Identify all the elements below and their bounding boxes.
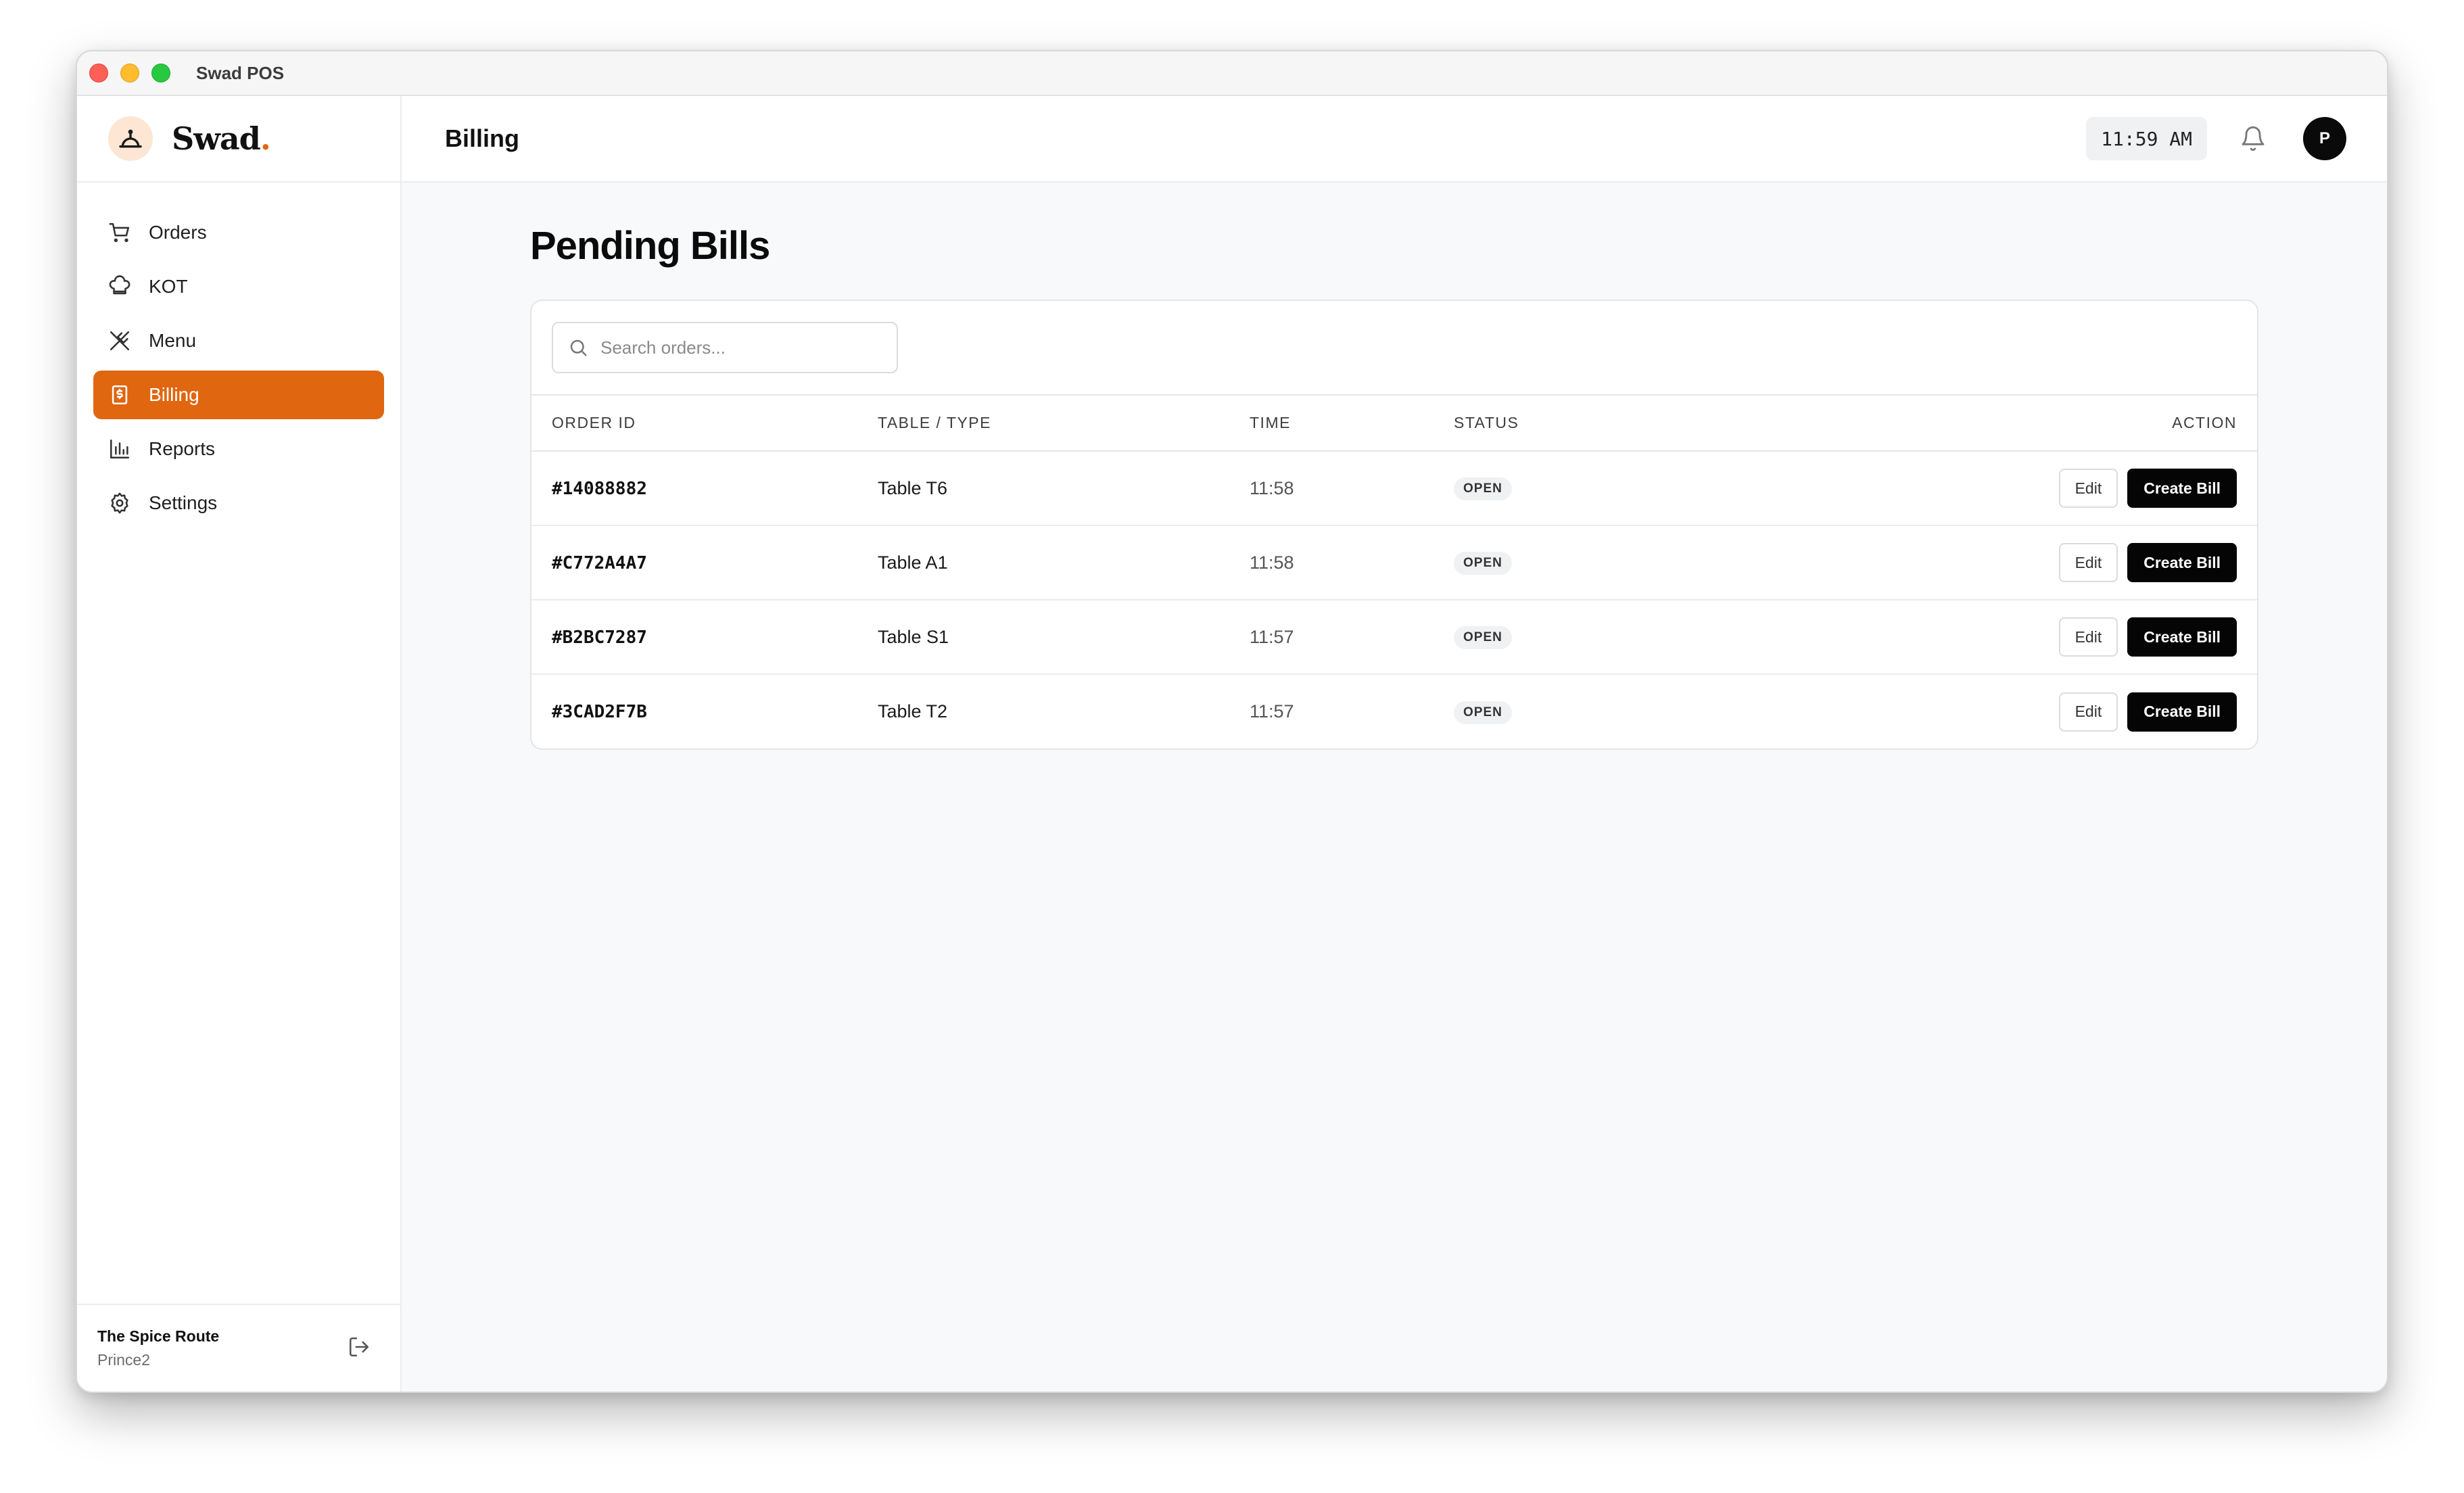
sidebar-item-settings[interactable]: Settings <box>93 479 384 527</box>
status-badge: OPEN <box>1454 477 1512 500</box>
sidebar-item-label: Orders <box>149 222 207 243</box>
title-bar: Swad POS <box>77 51 2387 96</box>
main-area: Billing 11:59 AM P Pending Bills Search … <box>402 96 2387 1392</box>
bell-logo-icon <box>108 116 153 161</box>
table-type: Table T6 <box>878 451 1250 526</box>
column-header-order-id: ORDER ID <box>531 396 878 452</box>
page-title: Pending Bills <box>530 224 770 268</box>
pending-bills-table: ORDER ID TABLE / TYPE TIME STATUS ACTION… <box>531 396 2257 749</box>
cart-icon <box>109 222 130 243</box>
table-row: #3CAD2F7B Table T2 11:57 OPEN Edit Create… <box>531 674 2257 749</box>
sidebar-item-label: Settings <box>149 492 218 513</box>
status-badge: OPEN <box>1454 701 1512 724</box>
utensils-icon <box>110 331 130 351</box>
page-header-title: Billing <box>445 124 519 152</box>
content: Pending Bills ORDER ID TABLE / TYPE TIME <box>402 183 2387 750</box>
create-bill-button[interactable]: Create Bill <box>2127 692 2237 732</box>
sidebar-item-label: Menu <box>149 330 197 351</box>
sidebar-item-billing[interactable]: Billing <box>93 371 384 419</box>
sidebar-nav: Orders KOT Menu Billing Reports Settings <box>77 183 400 527</box>
sidebar-item-orders[interactable]: Orders <box>93 208 384 257</box>
top-bar: Billing 11:59 AM P <box>402 96 2387 183</box>
column-header-status: STATUS <box>1454 396 1697 452</box>
create-bill-button[interactable]: Create Bill <box>2127 543 2237 582</box>
zoom-window-button[interactable] <box>151 64 170 82</box>
table-type: Table S1 <box>878 600 1250 675</box>
brand: Swad. <box>77 96 400 183</box>
sidebar-item-label: KOT <box>149 276 188 297</box>
order-id: #C772A4A7 <box>552 552 647 573</box>
sidebar-item-label: Billing <box>149 384 199 405</box>
brand-name: Swad. <box>172 120 271 157</box>
user-name: Prince2 <box>97 1351 150 1369</box>
status-badge: OPEN <box>1454 626 1512 649</box>
edit-button[interactable]: Edit <box>2058 543 2118 582</box>
order-id: #14088882 <box>552 478 647 499</box>
column-header-action: ACTION <box>1697 396 2257 452</box>
sidebar-item-label: Reports <box>149 438 216 459</box>
bar-chart-icon <box>110 439 130 459</box>
search-input[interactable] <box>600 337 897 358</box>
pending-bills-card: ORDER ID TABLE / TYPE TIME STATUS ACTION… <box>530 300 2258 750</box>
status-badge: OPEN <box>1454 552 1512 575</box>
avatar[interactable]: P <box>2303 117 2346 160</box>
search-icon <box>570 339 587 356</box>
order-time: 11:58 <box>1250 525 1454 600</box>
order-time: 11:57 <box>1250 701 1294 721</box>
create-bill-button[interactable]: Create Bill <box>2127 469 2237 508</box>
column-header-time: TIME <box>1250 396 1454 452</box>
store-name: The Spice Route <box>97 1327 220 1345</box>
sidebar-item-reports[interactable]: Reports <box>93 425 384 473</box>
sidebar-footer: The Spice Route Prince2 <box>77 1304 400 1392</box>
create-bill-button[interactable]: Create Bill <box>2127 617 2237 657</box>
logout-icon[interactable] <box>348 1335 371 1362</box>
table-header-row: ORDER ID TABLE / TYPE TIME STATUS ACTION <box>531 396 2257 452</box>
order-time: 11:58 <box>1250 451 1454 526</box>
edit-button[interactable]: Edit <box>2058 617 2118 657</box>
order-id: #B2BC7287 <box>552 627 647 648</box>
minimize-window-button[interactable] <box>120 64 139 82</box>
order-id: #3CAD2F7B <box>552 702 647 722</box>
card-toolbar <box>531 301 2257 396</box>
window-title: Swad POS <box>196 62 285 83</box>
app-window: Swad POS Swad. Orders KOT Menu Billing R… <box>76 50 2388 1393</box>
column-header-table-type: TABLE / TYPE <box>878 396 1250 452</box>
window-controls <box>89 64 170 82</box>
sidebar: Swad. Orders KOT Menu Billing Reports Se… <box>77 96 402 1392</box>
table-row: #C772A4A7 Table A1 11:58 OPEN Edit Create… <box>531 525 2257 600</box>
chef-hat-icon <box>109 275 131 295</box>
table-row: #B2BC7287 Table S1 11:57 OPEN Edit Create… <box>531 600 2257 675</box>
order-time: 11:57 <box>1250 600 1454 675</box>
notification-bell-icon[interactable] <box>2238 124 2268 153</box>
sidebar-item-menu[interactable]: Menu <box>93 316 384 365</box>
gear-icon <box>111 492 128 514</box>
edit-button[interactable]: Edit <box>2058 469 2118 508</box>
sidebar-item-kot[interactable]: KOT <box>93 262 384 311</box>
clock-display: 11:59 AM <box>2086 117 2207 160</box>
table-type: Table T2 <box>878 701 948 721</box>
top-bar-actions: 11:59 AM P <box>2086 117 2346 160</box>
close-window-button[interactable] <box>89 64 108 82</box>
table-type: Table A1 <box>878 525 1250 600</box>
search-box <box>552 322 898 373</box>
table-row: #14088882 Table T6 11:58 OPEN Edit Create… <box>531 451 2257 526</box>
receipt-icon <box>112 385 128 405</box>
account-info: The Spice Route Prince2 <box>97 1327 219 1369</box>
edit-button[interactable]: Edit <box>2058 692 2118 732</box>
brand-dot: . <box>260 120 271 157</box>
